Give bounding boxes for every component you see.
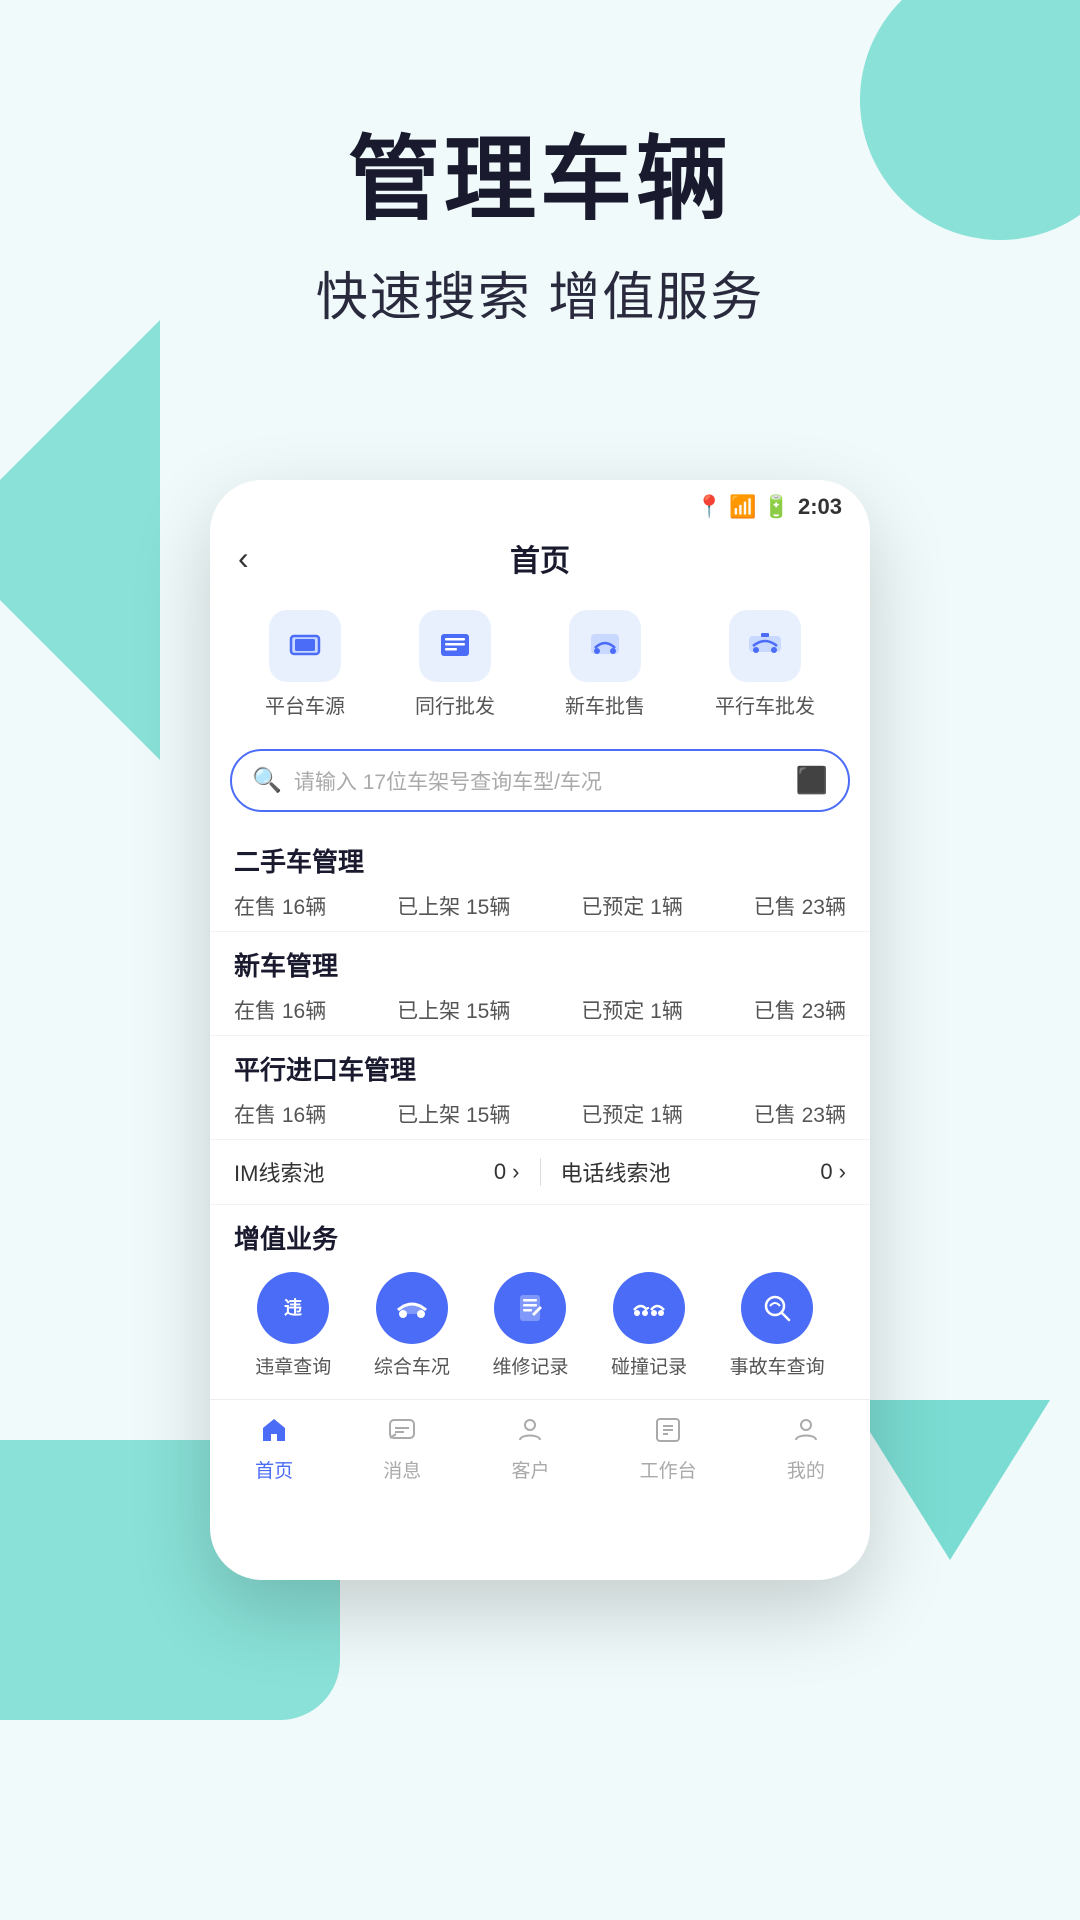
stat-2-2: 已预定 1辆 <box>581 1099 683 1129</box>
parallel-car-icon <box>729 610 801 682</box>
value-item-accident-query[interactable]: 事故车查询 <box>730 1272 825 1379</box>
violation-icon: 违 <box>257 1272 329 1344</box>
phone-mockup: 📍 📶 🔋 2:03 ‹ 首页 平台车源 <box>210 480 870 1580</box>
phone-lead-pool-value: 0 › <box>820 1159 846 1185</box>
lead-pool-row: IM线索池 0 › 电话线索池 0 › <box>210 1140 870 1205</box>
status-bar: 📍 📶 🔋 2:03 <box>210 480 870 526</box>
section-title-1: 新车管理 <box>234 946 846 983</box>
tab-mine[interactable]: 我的 <box>787 1416 825 1483</box>
section-2: 平行进口车管理在售 16辆 已上架 15辆 已预定 1辆 已售 23辆 <box>210 1036 870 1140</box>
section-title-2: 平行进口车管理 <box>234 1050 846 1087</box>
stat-2-0: 在售 16辆 <box>234 1099 326 1129</box>
im-lead-pool-label: IM线索池 <box>234 1156 324 1188</box>
value-added-icons: 违 违章查询 综合车况 <box>234 1272 846 1379</box>
search-input[interactable]: 请输入 17位车架号查询车型/车况 <box>294 766 784 796</box>
platform-cars-label: 平台车源 <box>265 690 345 719</box>
tab-workspace-label: 工作台 <box>640 1456 697 1483</box>
stat-2-1: 已上架 15辆 <box>397 1099 510 1129</box>
battery-icon: 🔋 <box>763 494 790 520</box>
car-condition-icon <box>376 1272 448 1344</box>
search-icon: 🔍 <box>252 766 282 795</box>
search-bar[interactable]: 🔍 请输入 17位车架号查询车型/车况 ⬛ <box>230 749 850 812</box>
stat-0-0: 在售 16辆 <box>234 891 326 921</box>
quick-item-platform-cars[interactable]: 平台车源 <box>265 610 345 719</box>
status-icons: 📍 📶 🔋 <box>696 494 790 520</box>
location-icon: 📍 <box>696 494 723 520</box>
workspace-icon <box>654 1416 682 1452</box>
value-added-title: 增值业务 <box>234 1219 846 1256</box>
tab-workspace[interactable]: 工作台 <box>640 1416 697 1483</box>
value-item-collision-record[interactable]: 碰撞记录 <box>611 1272 687 1379</box>
parallel-car-label: 平行车批发 <box>715 690 815 719</box>
signal-icon: 📶 <box>729 494 756 520</box>
im-lead-pool[interactable]: IM线索池 0 › <box>234 1156 520 1188</box>
stat-1-3: 已售 23辆 <box>754 995 846 1025</box>
quick-item-parallel-car[interactable]: 平行车批发 <box>715 610 815 719</box>
customer-icon <box>516 1416 544 1452</box>
mine-icon <box>792 1416 820 1452</box>
stat-2-3: 已售 23辆 <box>754 1099 846 1129</box>
phone-mockup-wrapper: 📍 📶 🔋 2:03 ‹ 首页 平台车源 <box>210 480 870 1580</box>
value-item-violation[interactable]: 违 违章查询 <box>255 1272 331 1379</box>
platform-cars-icon <box>269 610 341 682</box>
section-title-0: 二手车管理 <box>234 842 846 879</box>
quick-item-peer-wholesale[interactable]: 同行批发 <box>415 610 495 719</box>
value-added-section: 增值业务 违 违章查询 <box>210 1205 870 1399</box>
stat-0-2: 已预定 1辆 <box>581 891 683 921</box>
hero-title: 管理车辆 <box>0 130 1080 231</box>
hero-section: 管理车辆 快速搜索 增值服务 <box>0 0 1080 330</box>
car-condition-label: 综合车况 <box>374 1352 450 1379</box>
back-button[interactable]: ‹ <box>238 540 249 577</box>
collision-record-icon <box>613 1272 685 1344</box>
tab-home[interactable]: 首页 <box>255 1416 293 1483</box>
section-1: 新车管理在售 16辆 已上架 15辆 已预定 1辆 已售 23辆 <box>210 932 870 1036</box>
phone-lead-pool-label: 电话线索池 <box>561 1156 671 1188</box>
svg-text:违: 违 <box>284 1297 302 1318</box>
status-time: 2:03 <box>798 494 842 520</box>
tab-customer[interactable]: 客户 <box>511 1416 549 1483</box>
section-0: 二手车管理在售 16辆 已上架 15辆 已预定 1辆 已售 23辆 <box>210 828 870 932</box>
value-item-car-condition[interactable]: 综合车况 <box>374 1272 450 1379</box>
tab-mine-label: 我的 <box>787 1456 825 1483</box>
tab-bar: 首页 消息 <box>210 1399 870 1503</box>
tab-message-label: 消息 <box>383 1456 421 1483</box>
sections-container: 二手车管理在售 16辆已上架 15辆已预定 1辆已售 23辆新车管理在售 16辆… <box>210 828 870 1140</box>
tab-home-label: 首页 <box>255 1456 293 1483</box>
new-car-sale-icon <box>569 610 641 682</box>
repair-record-label: 维修记录 <box>492 1352 568 1379</box>
scan-icon[interactable]: ⬛ <box>796 765 828 796</box>
repair-record-icon <box>494 1272 566 1344</box>
collision-record-label: 碰撞记录 <box>611 1352 687 1379</box>
peer-wholesale-icon <box>419 610 491 682</box>
peer-wholesale-label: 同行批发 <box>415 690 495 719</box>
accident-query-label: 事故车查询 <box>730 1352 825 1379</box>
tab-customer-label: 客户 <box>511 1456 549 1483</box>
page-title: 首页 <box>510 536 570 580</box>
home-icon <box>260 1416 288 1452</box>
section-stats-2: 在售 16辆 已上架 15辆 已预定 1辆 已售 23辆 <box>234 1099 846 1129</box>
section-stats-0: 在售 16辆 已上架 15辆 已预定 1辆 已售 23辆 <box>234 891 846 921</box>
new-car-sale-label: 新车批售 <box>565 690 645 719</box>
tab-message[interactable]: 消息 <box>383 1416 421 1483</box>
bg-decoration-triangle-left <box>0 320 160 760</box>
stat-0-1: 已上架 15辆 <box>397 891 510 921</box>
accident-query-icon <box>741 1272 813 1344</box>
quick-menu: 平台车源 同行批发 <box>210 594 870 739</box>
stat-1-1: 已上架 15辆 <box>397 995 510 1025</box>
stat-1-0: 在售 16辆 <box>234 995 326 1025</box>
lead-pool-divider <box>540 1158 541 1186</box>
value-item-repair-record[interactable]: 维修记录 <box>492 1272 568 1379</box>
quick-item-new-car-sale[interactable]: 新车批售 <box>565 610 645 719</box>
phone-lead-pool[interactable]: 电话线索池 0 › <box>561 1156 847 1188</box>
bg-decoration-triangle-bottom-right <box>850 1400 1050 1560</box>
message-icon <box>388 1416 416 1452</box>
nav-bar: ‹ 首页 <box>210 526 870 594</box>
hero-subtitle: 快速搜索 增值服务 <box>0 255 1080 330</box>
im-lead-pool-value: 0 › <box>494 1159 520 1185</box>
stat-0-3: 已售 23辆 <box>754 891 846 921</box>
violation-label: 违章查询 <box>255 1352 331 1379</box>
stat-1-2: 已预定 1辆 <box>581 995 683 1025</box>
section-stats-1: 在售 16辆 已上架 15辆 已预定 1辆 已售 23辆 <box>234 995 846 1025</box>
